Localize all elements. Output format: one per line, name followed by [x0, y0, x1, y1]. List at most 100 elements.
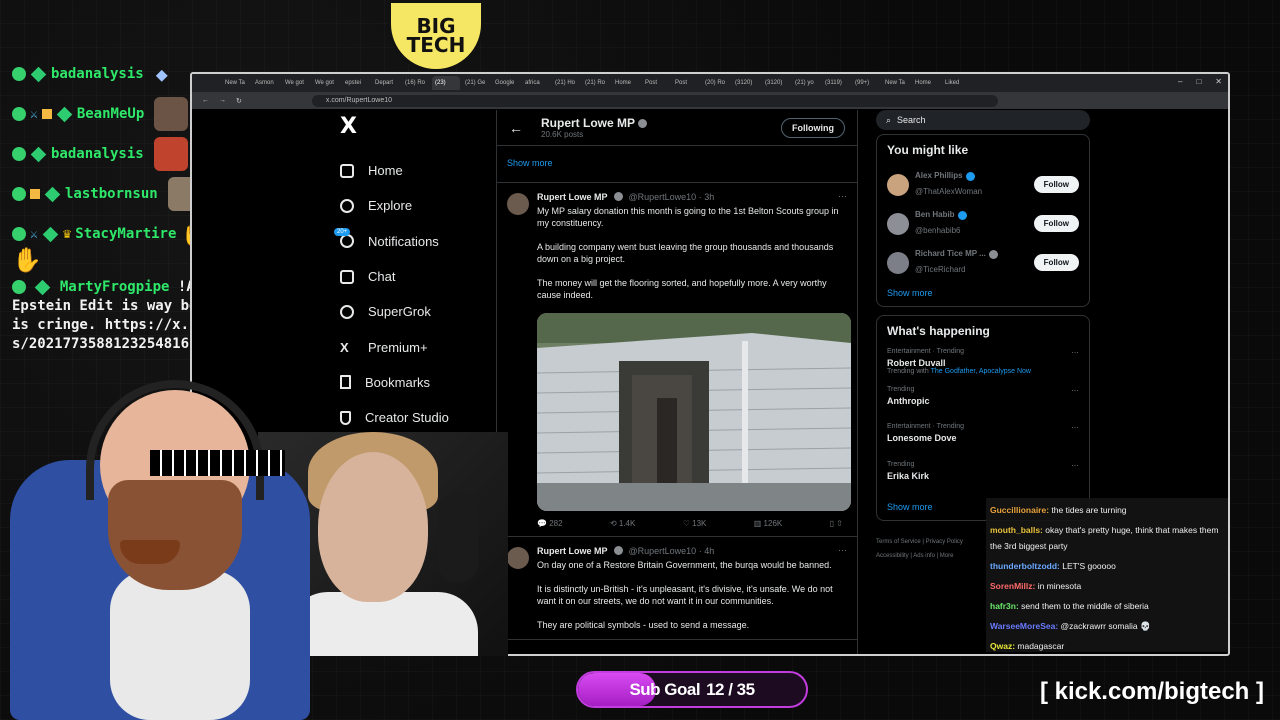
repost-button[interactable]: ⟲ 1.4K [610, 519, 635, 528]
browser-tab[interactable]: Google [492, 76, 520, 90]
browser-tab[interactable]: (99+) [852, 76, 880, 90]
browser-tab[interactable]: New Ta [882, 76, 910, 90]
url-field[interactable]: x.com/RupertLowe10 [311, 94, 998, 107]
suggestion-item[interactable]: Ben Habib @benhabib6 Follow [887, 204, 1079, 243]
avatar[interactable] [887, 173, 909, 196]
forward-icon[interactable]: → [219, 97, 226, 104]
card-title: What's happening [887, 324, 990, 338]
more-options-icon[interactable]: ⋯ [1071, 423, 1079, 432]
back-icon[interactable]: ← [202, 97, 209, 104]
browser-tab[interactable]: Asmon [252, 76, 280, 90]
nav-creator-studio[interactable]: Creator Studio [332, 400, 492, 435]
reload-icon[interactable]: ↻ [236, 97, 242, 105]
trend-item[interactable]: Trending Anthropic ⋯ [887, 384, 1079, 422]
chat-text: in minesota [1035, 581, 1082, 591]
more-options-icon[interactable]: ⋯ [1071, 461, 1079, 470]
kick-badge-icon [12, 67, 26, 81]
follow-button[interactable]: Follow [1033, 254, 1079, 271]
address-bar-row: ← → ↻ x.com/RupertLowe10 [192, 92, 1228, 109]
more-options-icon[interactable]: ⋯ [1071, 386, 1079, 395]
avatar[interactable] [507, 193, 529, 215]
browser-tab[interactable]: (20) Ro [702, 76, 730, 90]
nav-chat[interactable]: Chat [332, 259, 492, 294]
follow-button[interactable]: Follow [1033, 215, 1079, 232]
chat-username: StacyMartire [75, 226, 177, 242]
browser-tab[interactable]: africa [522, 76, 550, 90]
browser-tab[interactable]: Post [642, 76, 670, 90]
bookmark-button[interactable]: ▯ ⇧ [830, 519, 843, 528]
chat-text: LET'S gooooo [1059, 561, 1116, 571]
browser-tab[interactable]: We got [312, 76, 340, 90]
home-icon [340, 163, 354, 178]
trend-item[interactable]: Entertainment · Trending Lonesome Dove ⋯ [887, 421, 1079, 459]
avatar[interactable] [887, 212, 909, 235]
tweet-image[interactable] [537, 313, 851, 511]
more-options-icon[interactable]: ⋯ [1071, 348, 1079, 357]
suggestion-item[interactable]: Richard Tice MP ... @TiceRichard Follow [887, 243, 1079, 282]
tweet-actions: 💬 282 ⟲ 1.4K ♡ 13K ▥ 126K ▯ ⇧ [537, 519, 847, 528]
nav-notifications[interactable]: 20+ Notifications [332, 224, 492, 259]
more-options-icon[interactable]: ⋯ [838, 191, 847, 202]
tweet[interactable]: Rupert Lowe MP @RupertLowe10 · 4h ⋯ On d… [497, 537, 857, 640]
nav-explore[interactable]: Explore [332, 188, 492, 223]
browser-tab[interactable]: epstei [342, 76, 370, 90]
nav-bookmarks[interactable]: Bookmarks [332, 365, 492, 400]
tweet-author[interactable]: Rupert Lowe MP [537, 546, 608, 556]
window-controls: – □ ✕ [1178, 77, 1222, 86]
browser-tab[interactable]: Home [612, 76, 640, 90]
reply-button[interactable]: 💬 282 [537, 519, 563, 528]
browser-tab[interactable]: (21) Ge [462, 76, 490, 90]
browser-tab[interactable]: Depart [372, 76, 400, 90]
tweet-text: The money will get the flooring sorted, … [537, 278, 827, 300]
browser-tab[interactable]: (21) Ro [582, 76, 610, 90]
browser-tab[interactable]: (3119) [822, 76, 850, 90]
chat-username: BeanMeUp [76, 106, 145, 122]
avatar[interactable] [887, 251, 909, 274]
follow-button[interactable]: Follow [1033, 176, 1079, 193]
browser-tab[interactable]: New Ta [222, 76, 250, 90]
nav-supergrok[interactable]: SuperGrok [332, 294, 492, 329]
browser-tab[interactable]: (23) [432, 76, 460, 90]
search-icon [340, 198, 354, 213]
crown-badge-icon: ♛ [62, 226, 72, 242]
close-button[interactable]: ✕ [1215, 77, 1222, 86]
more-options-icon[interactable]: ⋯ [838, 545, 847, 556]
suggestion-item[interactable]: Alex Phillips @ThatAlexWoman Follow [887, 165, 1079, 204]
browser-tab[interactable]: We got [282, 76, 310, 90]
avatar[interactable] [507, 547, 529, 569]
streamer-avatar-character [0, 380, 330, 720]
browser-tab[interactable]: (16) Ro [402, 76, 430, 90]
browser-tab[interactable]: (3120) [762, 76, 790, 90]
browser-tab[interactable]: (21) Ho [552, 76, 580, 90]
show-more-link[interactable]: Show more [497, 146, 857, 183]
browser-tab[interactable]: (21) yo [792, 76, 820, 90]
browser-tab[interactable]: Liked [942, 76, 970, 90]
tweet-handle: @RupertLowe10 · 3h [628, 191, 715, 202]
minimize-button[interactable]: – [1178, 77, 1182, 86]
tweet[interactable]: Rupert Lowe MP @RupertLowe10 · 3h ⋯ My M… [497, 183, 857, 537]
trend-item[interactable]: Trending Erika Kirk ⋯ [887, 459, 1079, 497]
maximize-button[interactable]: □ [1196, 77, 1201, 86]
chat-username: SorenMillz: [990, 581, 1036, 591]
browser-tab[interactable]: (3120) [732, 76, 760, 90]
tweet-text: My MP salary donation this month is goin… [537, 206, 839, 228]
chat-username: lastbornsun [65, 186, 158, 202]
tweet-author[interactable]: Rupert Lowe MP [537, 192, 608, 202]
views-button[interactable]: ▥ 126K [754, 519, 782, 528]
profile-name: Rupert Lowe MP [541, 116, 648, 130]
chat-message: Guccillionaire: the tides are turning [990, 500, 1224, 520]
show-more-link[interactable]: Show more [887, 288, 1079, 298]
nav-home[interactable]: Home [332, 153, 492, 188]
browser-tab[interactable]: Post [672, 76, 700, 90]
like-button[interactable]: ♡ 13K [683, 519, 707, 528]
chat-username: Qwaz: [990, 641, 1016, 651]
x-logo-icon[interactable]: X [340, 114, 492, 139]
nav-premium[interactable]: X Premium+ [332, 329, 492, 364]
trend-item[interactable]: Entertainment · Trending Robert Duvall T… [887, 346, 1079, 384]
avatar-emote-icon [154, 97, 189, 131]
back-arrow-icon[interactable]: ← [509, 120, 523, 136]
search-input[interactable]: ⌕ Search [876, 110, 1090, 130]
following-button[interactable]: Following [781, 117, 845, 138]
tweet-header: Rupert Lowe MP @RupertLowe10 · 4h ⋯ [537, 545, 847, 556]
browser-tab[interactable]: Home [912, 76, 940, 90]
